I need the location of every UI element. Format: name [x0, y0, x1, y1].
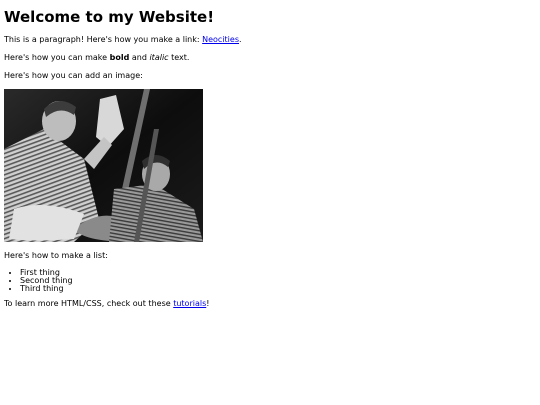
list-intro: Here's how to make a list:	[4, 251, 108, 260]
formatting-text-end: text.	[168, 53, 190, 62]
page: Welcome to my Website! This is a paragra…	[0, 0, 540, 405]
image-paragraph: Here's how you can add an image:	[4, 71, 143, 80]
intro-text: This is a paragraph! Here's how you make…	[4, 35, 203, 44]
example-list: First thing Second thing Third thing	[4, 269, 540, 293]
footer-text: To learn more HTML/CSS, check out these	[4, 299, 174, 308]
bold-text: bold	[109, 53, 130, 62]
intro-end: .	[239, 35, 242, 44]
list-item: First thing	[20, 269, 540, 277]
formatting-paragraph: Here's how you can make bold and italic …	[4, 53, 540, 63]
intro-paragraph: This is a paragraph! Here's how you make…	[4, 35, 540, 45]
footer-paragraph: To learn more HTML/CSS, check out these …	[4, 299, 540, 309]
tutorials-link[interactable]: tutorials	[173, 299, 206, 308]
formatting-text-mid: and	[129, 53, 150, 62]
list-item: Third thing	[20, 285, 540, 293]
band-photo	[4, 89, 203, 242]
italic-text: italic	[149, 53, 169, 62]
formatting-text-before: Here's how you can make	[4, 53, 110, 62]
list-item: Second thing	[20, 277, 540, 285]
footer-end: !	[206, 299, 210, 308]
page-title: Welcome to my Website!	[4, 8, 215, 26]
neocities-link[interactable]: Neocities	[202, 35, 239, 44]
